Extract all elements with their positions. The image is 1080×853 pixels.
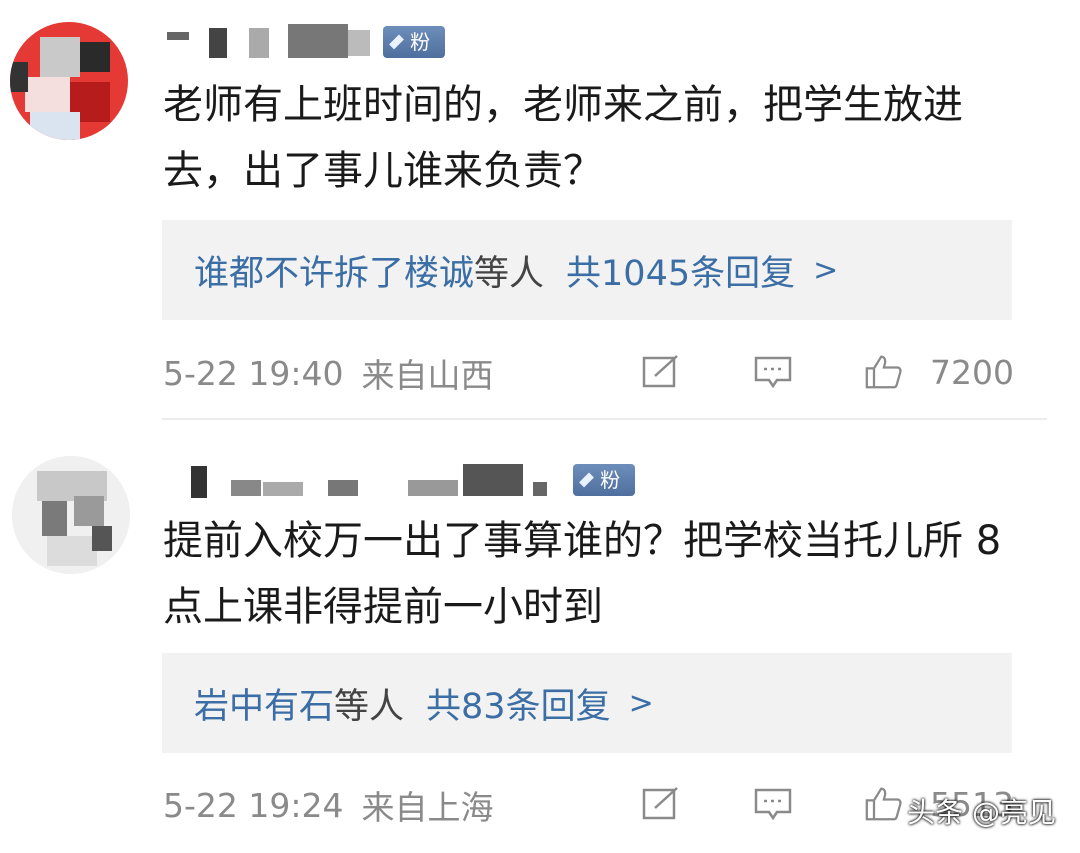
reply-suffix: 等人 bbox=[334, 686, 405, 727]
location: 来自上海 bbox=[361, 788, 494, 827]
reply-total: 共1045条回复 bbox=[566, 253, 796, 294]
diamond-icon bbox=[579, 472, 595, 488]
fan-level-badge: 铁粉4 bbox=[383, 0, 445, 86]
diamond-icon bbox=[389, 34, 405, 50]
reply-total: 共83条回复 bbox=[426, 686, 611, 727]
comment-item: 铁粉1 提前入校万一出了事算谁的？把学校当托儿所 8点上课非得提前一小时到 岩中… bbox=[0, 420, 1080, 853]
comment-meta: 5-22 19:24 来自上海 5513 bbox=[163, 780, 1014, 830]
like-count: 7200 bbox=[930, 353, 1014, 392]
reply-suffix: 等人 bbox=[474, 253, 545, 294]
avatar[interactable] bbox=[12, 456, 130, 574]
replies-button[interactable]: 岩中有石 等人 共83条回复 > bbox=[162, 653, 1012, 753]
reply-names: 岩中有石 bbox=[194, 686, 335, 727]
thumbs-up-icon[interactable] bbox=[863, 354, 903, 390]
comment-text: 老师有上班时间的，老师来之前，把学生放进去，出了事儿谁来负责？ bbox=[163, 82, 963, 194]
comment-item: 铁粉4 老师有上班时间的，老师来之前，把学生放进去，出了事儿谁来负责？ 谁都不许… bbox=[0, 0, 1080, 420]
username-blurred bbox=[163, 460, 568, 500]
comment-icon[interactable] bbox=[753, 786, 793, 822]
chevron-right-icon: > bbox=[628, 685, 654, 721]
username-blurred bbox=[163, 22, 393, 62]
watermark: 头条 @亮见 bbox=[907, 796, 1056, 829]
chevron-right-icon: > bbox=[813, 252, 839, 288]
replies-button[interactable]: 谁都不许拆了楼诚 等人 共1045条回复 > bbox=[162, 220, 1012, 320]
timestamp: 5-22 19:40 bbox=[163, 353, 344, 393]
share-icon[interactable] bbox=[641, 354, 681, 390]
fan-level-badge: 铁粉1 bbox=[573, 436, 635, 524]
reply-names: 谁都不许拆了楼诚 bbox=[194, 253, 475, 294]
comment-text: 提前入校万一出了事算谁的？把学校当托儿所 8点上课非得提前一小时到 bbox=[163, 518, 1002, 630]
share-icon[interactable] bbox=[641, 786, 681, 822]
timestamp: 5-22 19:24 bbox=[163, 785, 344, 825]
comment-icon[interactable] bbox=[753, 354, 793, 390]
thumbs-up-icon[interactable] bbox=[863, 786, 903, 822]
comment-meta: 5-22 19:40 来自山西 7200 bbox=[163, 348, 1014, 398]
location: 来自山西 bbox=[361, 356, 494, 395]
avatar[interactable] bbox=[10, 22, 128, 140]
